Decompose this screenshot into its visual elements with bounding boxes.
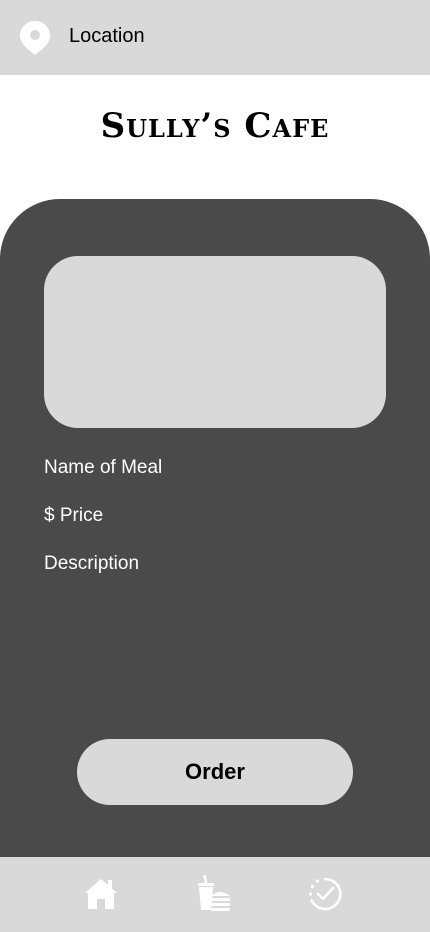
meal-card: Name of Meal $ Price Description Order bbox=[0, 199, 430, 859]
top-bar: Location bbox=[0, 0, 430, 75]
home-icon[interactable] bbox=[82, 875, 120, 913]
meal-image-placeholder bbox=[44, 256, 386, 428]
meal-name: Name of Meal bbox=[44, 457, 163, 478]
location-label[interactable]: Location bbox=[69, 25, 145, 48]
bottom-nav bbox=[0, 857, 430, 932]
order-button[interactable]: Order bbox=[77, 739, 353, 805]
cafe-title: Sully’s Cafe bbox=[100, 106, 330, 146]
meal-price: $ Price bbox=[44, 505, 104, 526]
check-circle-icon[interactable] bbox=[306, 875, 344, 913]
food-drink-icon[interactable] bbox=[194, 875, 232, 913]
meal-description: Description bbox=[44, 553, 140, 574]
map-pin-icon[interactable] bbox=[19, 20, 51, 56]
